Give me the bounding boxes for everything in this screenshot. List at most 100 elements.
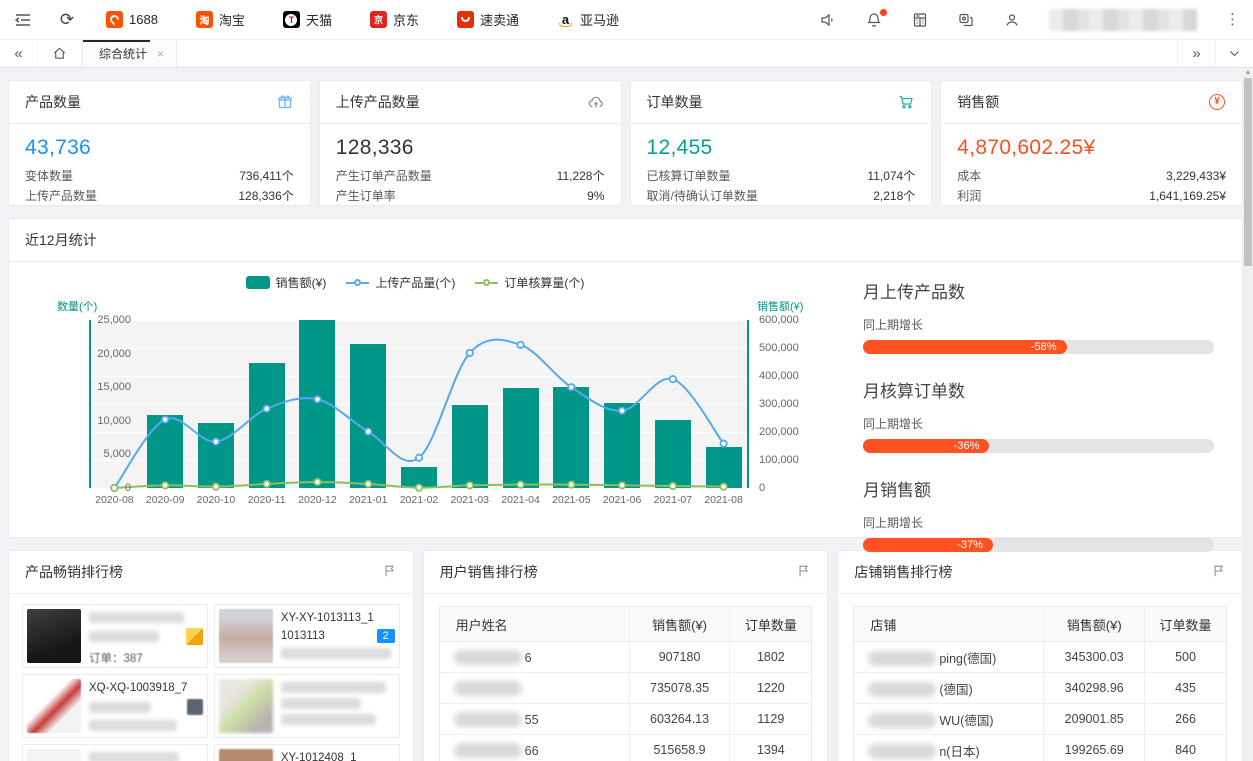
left-tick: 15,000	[71, 381, 131, 393]
table-row[interactable]: n(日本) 199265.69840	[854, 735, 1227, 761]
x-label: 2021-06	[597, 494, 648, 506]
growth-subtitle: 同上期增长	[863, 415, 1214, 432]
kebab-menu-icon[interactable]: ⋮	[1225, 17, 1239, 23]
shop-ranking-table: 店铺 销售额(¥) 订单数量 ping(德国) 345300.03500 (德国…	[853, 606, 1227, 761]
page-tab-bar: « 综合统计 × »	[0, 40, 1253, 68]
table-row[interactable]: ping(德国) 345300.03500	[854, 642, 1227, 673]
stat-row-label: 利润	[957, 187, 981, 205]
chevron-down-icon[interactable]	[1215, 40, 1253, 67]
product-card[interactable]	[22, 744, 208, 761]
product-ranking-panel: 产品畅销排行榜 订单：387	[8, 550, 414, 761]
asset-cards-icon[interactable]	[957, 11, 975, 29]
tab-1688[interactable]: 1688	[106, 11, 158, 28]
username-redacted[interactable]	[1049, 9, 1197, 31]
x-axis-labels: 2020-082020-092020-102020-112020-122021-…	[89, 494, 749, 510]
vertical-scrollbar[interactable]: ▲	[1243, 68, 1253, 761]
stat-row-value: 128,336个	[238, 187, 293, 205]
growth-subtitle: 同上期增长	[863, 316, 1214, 333]
x-label: 2020-10	[191, 494, 242, 506]
x-label: 2021-02	[394, 494, 445, 506]
scrollbar-thumb[interactable]	[1244, 78, 1252, 266]
redacted-name	[454, 681, 522, 696]
tmall-icon: T	[283, 11, 300, 28]
stat-row-label: 成本	[957, 167, 981, 185]
product-card[interactable]	[214, 674, 400, 738]
tab-1688-label: 1688	[129, 12, 158, 27]
notification-badge	[880, 9, 887, 16]
product-sku: XQ-XQ-1003918_7	[89, 682, 203, 694]
calculator-icon[interactable]	[911, 11, 929, 29]
stat-card-value: 128,336	[320, 124, 621, 166]
product-image	[27, 749, 81, 761]
x-label: 2021-05	[546, 494, 597, 506]
announcement-icon[interactable]	[819, 11, 837, 29]
flag-icon[interactable]	[797, 564, 811, 581]
product-card[interactable]: XY-1012408_1	[214, 744, 400, 761]
taobao-icon: 淘	[196, 11, 213, 28]
redacted-name	[454, 743, 522, 758]
table-row[interactable]: WU(德国) 209001.85266	[854, 704, 1227, 735]
right-tick: 600,000	[759, 314, 829, 326]
tab-amazon[interactable]: a 亚马逊	[557, 10, 619, 29]
rank-badge	[186, 628, 203, 645]
user-ranking-panel: 用户销售排行榜 用户姓名 销售额(¥) 订单数量	[423, 550, 829, 761]
x-label: 2020-09	[140, 494, 191, 506]
legend-uploads-marker	[346, 279, 369, 286]
growth-bar-track: -37%	[863, 538, 1214, 552]
growth-subtitle: 同上期增长	[863, 514, 1214, 531]
flag-icon[interactable]	[383, 564, 397, 581]
stat-card-sales: 销售额 ¥ 4,870,602.25¥ 成本3,229,433¥ 利润1,641…	[940, 80, 1243, 206]
tab-jd[interactable]: 京 京东	[370, 10, 419, 29]
legend-sales[interactable]: 销售额(¥)	[246, 274, 327, 291]
tab-tmall[interactable]: T 天猫	[283, 10, 332, 29]
legend-orders[interactable]: 订单核算量(个)	[475, 274, 584, 291]
right-axis-title: 销售额(¥)	[757, 298, 803, 314]
product-image	[219, 749, 273, 761]
refresh-icon[interactable]: ⟳	[58, 11, 76, 29]
x-label: 2021-04	[495, 494, 546, 506]
flag-icon[interactable]	[1212, 564, 1226, 581]
product-card[interactable]: XY-XY-1013113_1 10131132	[214, 604, 400, 668]
amazon-icon: a	[557, 11, 574, 28]
scroll-up-arrow[interactable]: ▲	[1243, 69, 1253, 77]
stat-card-title: 订单数量	[647, 92, 703, 112]
table-row[interactable]: 6 9071801802	[439, 642, 812, 673]
redacted-name	[868, 744, 936, 759]
table-row[interactable]: 55 603264.131129	[439, 704, 812, 735]
product-image	[27, 679, 81, 733]
panel-title: 用户销售排行榜	[440, 562, 538, 582]
tab-statistics[interactable]: 综合统计 ×	[82, 40, 177, 67]
expand-tabs-icon[interactable]: »	[1177, 40, 1215, 67]
tab-aliexpress[interactable]: 速卖通	[457, 10, 519, 29]
chart-panel-title: 近12月统计	[25, 230, 97, 250]
growth-item-uploads: 月上传产品数 同上期增长 -58%	[863, 278, 1214, 354]
left-tick: 5,000	[71, 448, 131, 460]
table-row[interactable]: (德国) 340298.96435	[854, 673, 1227, 704]
menu-fold-icon[interactable]	[14, 11, 32, 29]
redacted-name	[868, 651, 936, 666]
home-icon[interactable]	[38, 40, 82, 67]
chart-plot[interactable]	[89, 320, 749, 488]
collapse-tabs-icon[interactable]: «	[0, 40, 38, 67]
stat-row-label: 上传产品数量	[25, 187, 97, 205]
product-card-grid: 订单：387 XY-XY-1013113_1 10131132	[9, 594, 413, 761]
growth-bar-fill: -36%	[863, 439, 989, 453]
left-tick: 25,000	[71, 314, 131, 326]
profile-icon[interactable]	[1003, 11, 1021, 29]
top-toolbar: ⟳ 1688 淘 淘宝 T 天猫 京 京东 速卖通 a	[0, 0, 1253, 40]
close-icon[interactable]: ×	[157, 47, 164, 61]
count-badge: 2	[377, 629, 395, 643]
product-image	[219, 679, 273, 733]
notification-bell-icon[interactable]	[865, 11, 883, 29]
table-row[interactable]: 735078.351220	[439, 673, 812, 704]
stat-card-title: 上传产品数量	[336, 92, 420, 112]
tab-tmall-label: 天猫	[306, 10, 332, 29]
user-ranking-table: 用户姓名 销售额(¥) 订单数量 6 9071801802 735078.351…	[439, 606, 813, 761]
stat-row-value: 1,641,169.25¥	[1149, 187, 1226, 205]
product-card[interactable]: 订单：387	[22, 604, 208, 668]
tab-taobao[interactable]: 淘 淘宝	[196, 10, 245, 29]
table-row[interactable]: 66 515658.91394	[439, 735, 812, 761]
stat-row-value: 736,411个	[239, 167, 294, 185]
legend-uploads[interactable]: 上传产品量(个)	[346, 274, 455, 291]
product-card[interactable]: XQ-XQ-1003918_7	[22, 674, 208, 738]
